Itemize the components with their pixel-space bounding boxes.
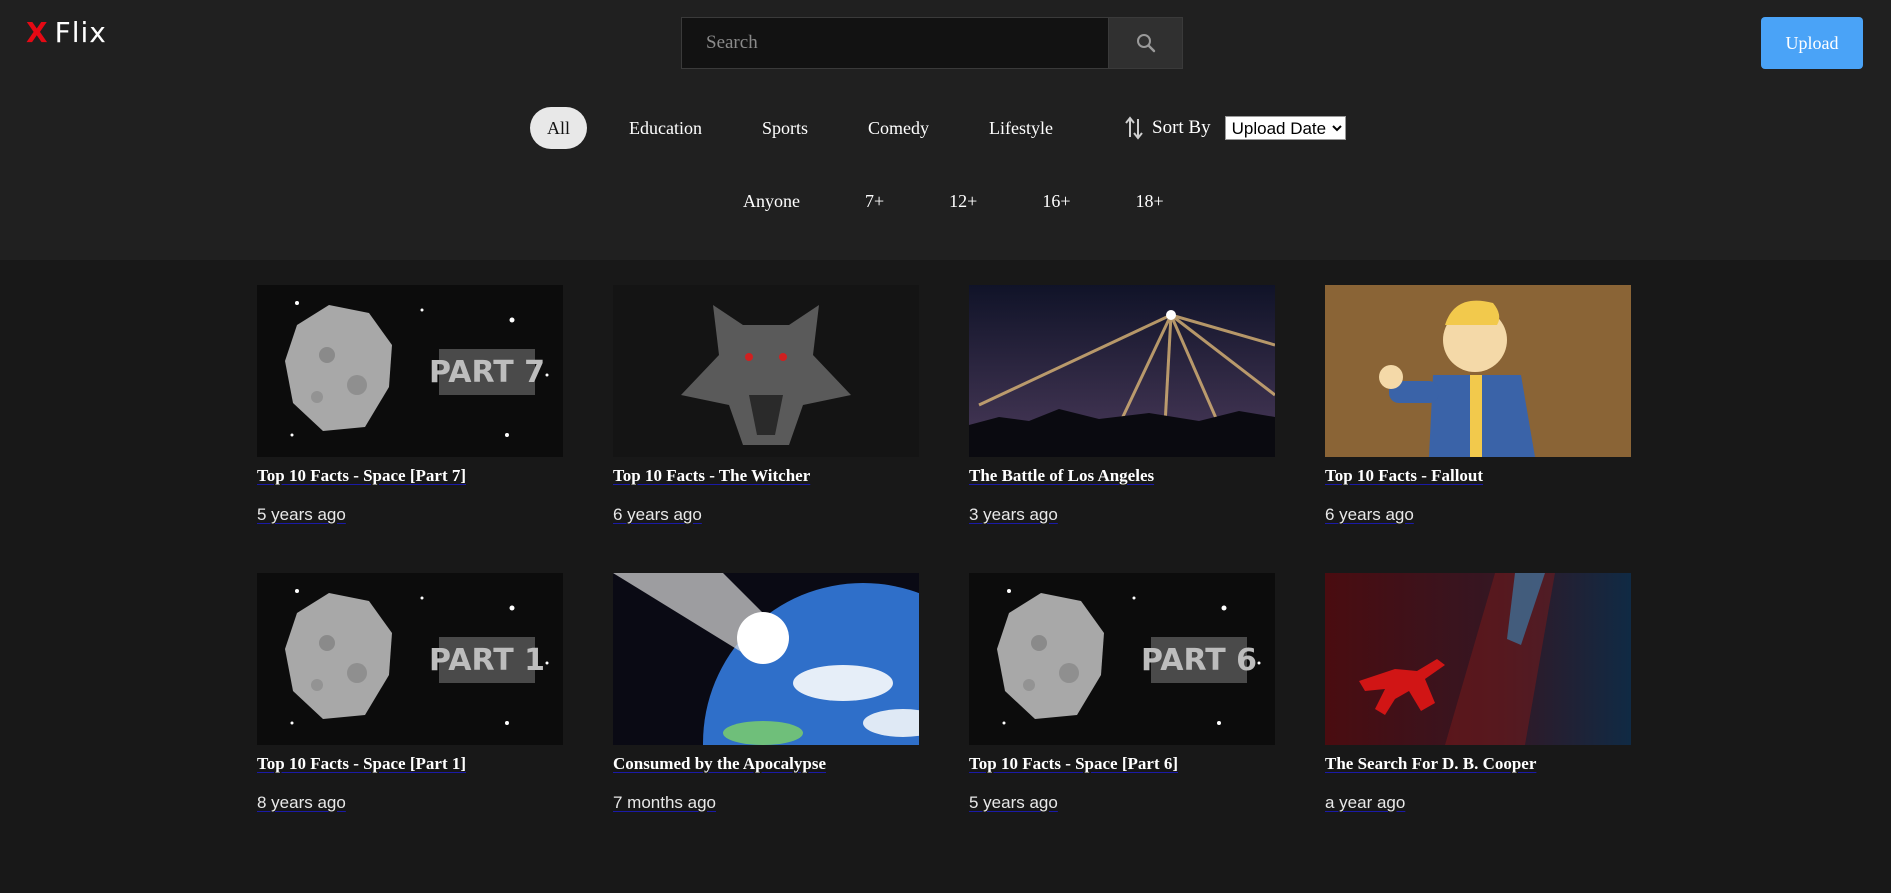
video-upload-age: 3 years ago (969, 505, 1058, 524)
logo-x-mark: X (26, 16, 49, 49)
video-card[interactable]: PART 7 Top 10 Facts - Space [Part 7] 5 y… (257, 285, 563, 525)
video-title[interactable]: Top 10 Facts - The Witcher (613, 466, 919, 486)
video-title[interactable]: Consumed by the Apocalypse (613, 754, 919, 774)
age-filter: Anyone 7+ 12+ 16+ 18+ (722, 183, 1208, 219)
video-title[interactable]: The Search For D. B. Cooper (1325, 754, 1631, 774)
genre-pill-education[interactable]: Education (611, 107, 720, 149)
search-bar (681, 17, 1183, 69)
video-upload-age: a year ago (1325, 793, 1406, 812)
sort-select[interactable]: Upload Date (1224, 116, 1346, 140)
video-thumbnail[interactable] (613, 285, 919, 457)
video-upload-age: 6 years ago (613, 505, 702, 524)
sort-arrows-icon (1125, 116, 1143, 140)
video-card[interactable]: Top 10 Facts - The Witcher 6 years ago (613, 285, 919, 525)
genre-pill-sports[interactable]: Sports (744, 107, 826, 149)
video-upload-age: 8 years ago (257, 793, 346, 812)
upload-button[interactable]: Upload (1761, 17, 1863, 69)
logo-text: Flix (54, 16, 107, 49)
genre-pill-comedy[interactable]: Comedy (850, 107, 947, 149)
video-title[interactable]: Top 10 Facts - Fallout (1325, 466, 1631, 486)
video-card[interactable]: PART 6 Top 10 Facts - Space [Part 6] 5 y… (969, 573, 1275, 813)
genre-filter: All Education Sports Comedy Lifestyle (530, 107, 1095, 149)
thumbnail-part-text: PART 1 (429, 643, 545, 678)
video-thumbnail[interactable]: PART 1 (257, 573, 563, 745)
video-thumbnail[interactable] (1325, 285, 1631, 457)
video-thumbnail[interactable] (613, 573, 919, 745)
video-upload-age: 7 months ago (613, 793, 717, 812)
thumbnail-part-text: PART 7 (429, 355, 545, 390)
video-title[interactable]: Top 10 Facts - Space [Part 1] (257, 754, 563, 774)
video-thumbnail[interactable]: PART 7 (257, 285, 563, 457)
video-title[interactable]: The Battle of Los Angeles (969, 466, 1275, 486)
age-option-7[interactable]: 7+ (844, 191, 905, 212)
video-thumbnail[interactable]: PART 6 (969, 573, 1275, 745)
age-option-12[interactable]: 12+ (928, 191, 998, 212)
video-card[interactable]: The Battle of Los Angeles 3 years ago (969, 285, 1275, 525)
genre-pill-lifestyle[interactable]: Lifestyle (971, 107, 1071, 149)
age-option-16[interactable]: 16+ (1021, 191, 1091, 212)
video-grid: PART 7 Top 10 Facts - Space [Part 7] 5 y… (257, 285, 1631, 813)
video-thumbnail[interactable] (969, 285, 1275, 457)
video-card[interactable]: The Search For D. B. Cooper a year ago (1325, 573, 1631, 813)
genre-pill-all[interactable]: All (530, 107, 588, 149)
video-title[interactable]: Top 10 Facts - Space [Part 6] (969, 754, 1275, 774)
age-option-18[interactable]: 18+ (1114, 191, 1184, 212)
video-card[interactable]: Top 10 Facts - Fallout 6 years ago (1325, 285, 1631, 525)
sort-label: Sort By (1152, 117, 1211, 138)
thumbnail-part-text: PART 6 (1141, 643, 1257, 678)
sort-control: Sort By Upload Date (1124, 110, 1346, 146)
age-option-anyone[interactable]: Anyone (722, 191, 821, 212)
video-card[interactable]: PART 1 Top 10 Facts - Space [Part 1] 8 y… (257, 573, 563, 813)
video-upload-age: 5 years ago (257, 505, 346, 524)
video-title[interactable]: Top 10 Facts - Space [Part 7] (257, 466, 563, 486)
top-header: X Flix Upload All Education Sports Comed… (0, 0, 1891, 260)
video-upload-age: 6 years ago (1325, 505, 1414, 524)
video-upload-age: 5 years ago (969, 793, 1058, 812)
search-input[interactable] (681, 17, 1108, 69)
search-icon (1136, 34, 1155, 53)
video-thumbnail[interactable] (1325, 573, 1631, 745)
video-card[interactable]: Consumed by the Apocalypse 7 months ago (613, 573, 919, 813)
app-logo[interactable]: X Flix (26, 16, 107, 49)
search-button[interactable] (1108, 17, 1183, 69)
